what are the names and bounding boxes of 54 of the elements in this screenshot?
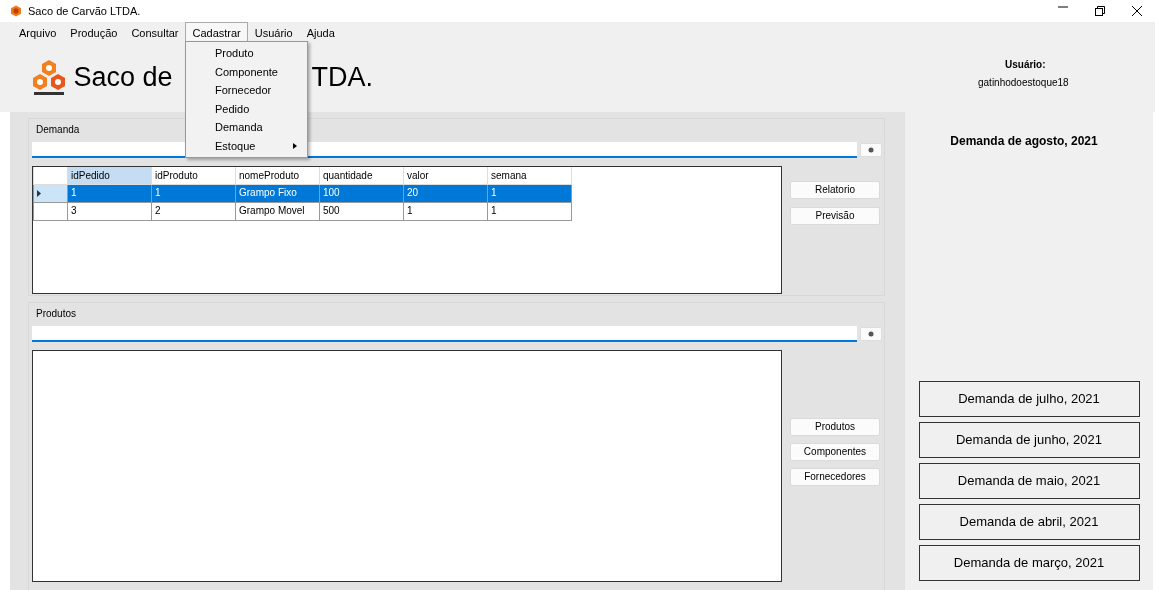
search-icon	[868, 147, 874, 153]
action-button[interactable]: Produtos	[790, 418, 880, 436]
table-cell: 2	[151, 202, 236, 220]
search-field[interactable]	[32, 326, 858, 342]
menu-item[interactable]: Demanda	[186, 118, 307, 137]
search-icon	[868, 331, 874, 337]
action-button[interactable]: Previsão	[790, 207, 880, 225]
menu-item[interactable]: Pedido	[186, 99, 307, 118]
search-button[interactable]	[860, 327, 882, 341]
menu-item[interactable]: Produto	[186, 44, 307, 63]
search-button[interactable]	[860, 143, 882, 157]
user-name: gatinhodoestoque18	[978, 75, 1070, 90]
submenu-arrow-icon	[293, 142, 297, 149]
menu-item[interactable]: Consultar	[124, 22, 186, 42]
menu-item[interactable]: Fornecedor	[186, 81, 307, 100]
group-title: Demanda	[35, 123, 80, 137]
window-title: Saco de Carvão LTDA.	[28, 3, 141, 19]
month-button[interactable]: Demanda de junho, 2021	[918, 422, 1140, 458]
month-button[interactable]: Demanda de julho, 2021	[918, 381, 1140, 417]
app-heading: TDA.	[311, 63, 374, 91]
app-icon	[10, 5, 22, 17]
restore-icon[interactable]	[1094, 6, 1105, 16]
table-cell: Grampo Movel	[235, 202, 320, 220]
menu-item[interactable]: Produção	[63, 22, 125, 42]
table-cell: 1	[487, 202, 572, 220]
table-cell: 500	[319, 202, 404, 220]
menu-item[interactable]: Componente	[186, 62, 307, 81]
menu-item[interactable]: Ajuda	[299, 22, 342, 42]
minimize-icon[interactable]	[1057, 6, 1068, 8]
month-button[interactable]: Demanda de maio, 2021	[918, 463, 1140, 499]
column-header[interactable]: semana	[487, 167, 572, 184]
column-header[interactable]: quantidade	[319, 167, 404, 184]
menu-item[interactable]: Cadastrar	[185, 22, 248, 42]
group-title: Produtos	[35, 307, 77, 321]
action-button[interactable]: Relatorio	[790, 181, 880, 199]
menu-item[interactable]: Usuário	[247, 22, 300, 42]
app-heading: Saco de	[73, 63, 173, 91]
column-header[interactable]: idProduto	[151, 167, 236, 184]
row-pointer-icon	[37, 189, 41, 197]
user-label: Usuário:	[1004, 57, 1047, 72]
table-cell: 1	[403, 202, 488, 220]
action-button[interactable]: Componentes	[790, 443, 880, 461]
action-button[interactable]: Fornecedores	[790, 468, 880, 486]
column-header[interactable]: idPedido	[67, 167, 152, 184]
menu-item[interactable]: Estoque	[186, 136, 307, 155]
menu-item[interactable]: Arquivo	[12, 22, 64, 42]
month-button[interactable]: Demanda de abril, 2021	[918, 504, 1140, 540]
column-header[interactable]: valor	[403, 167, 488, 184]
panel-heading: Demanda de agosto, 2021	[950, 133, 1098, 150]
close-icon[interactable]	[1131, 6, 1142, 16]
table-cell: 3	[67, 202, 152, 220]
column-header[interactable]: nomeProduto	[235, 167, 320, 184]
logo-icon	[30, 58, 68, 96]
month-button[interactable]: Demanda de março, 2021	[918, 545, 1140, 581]
